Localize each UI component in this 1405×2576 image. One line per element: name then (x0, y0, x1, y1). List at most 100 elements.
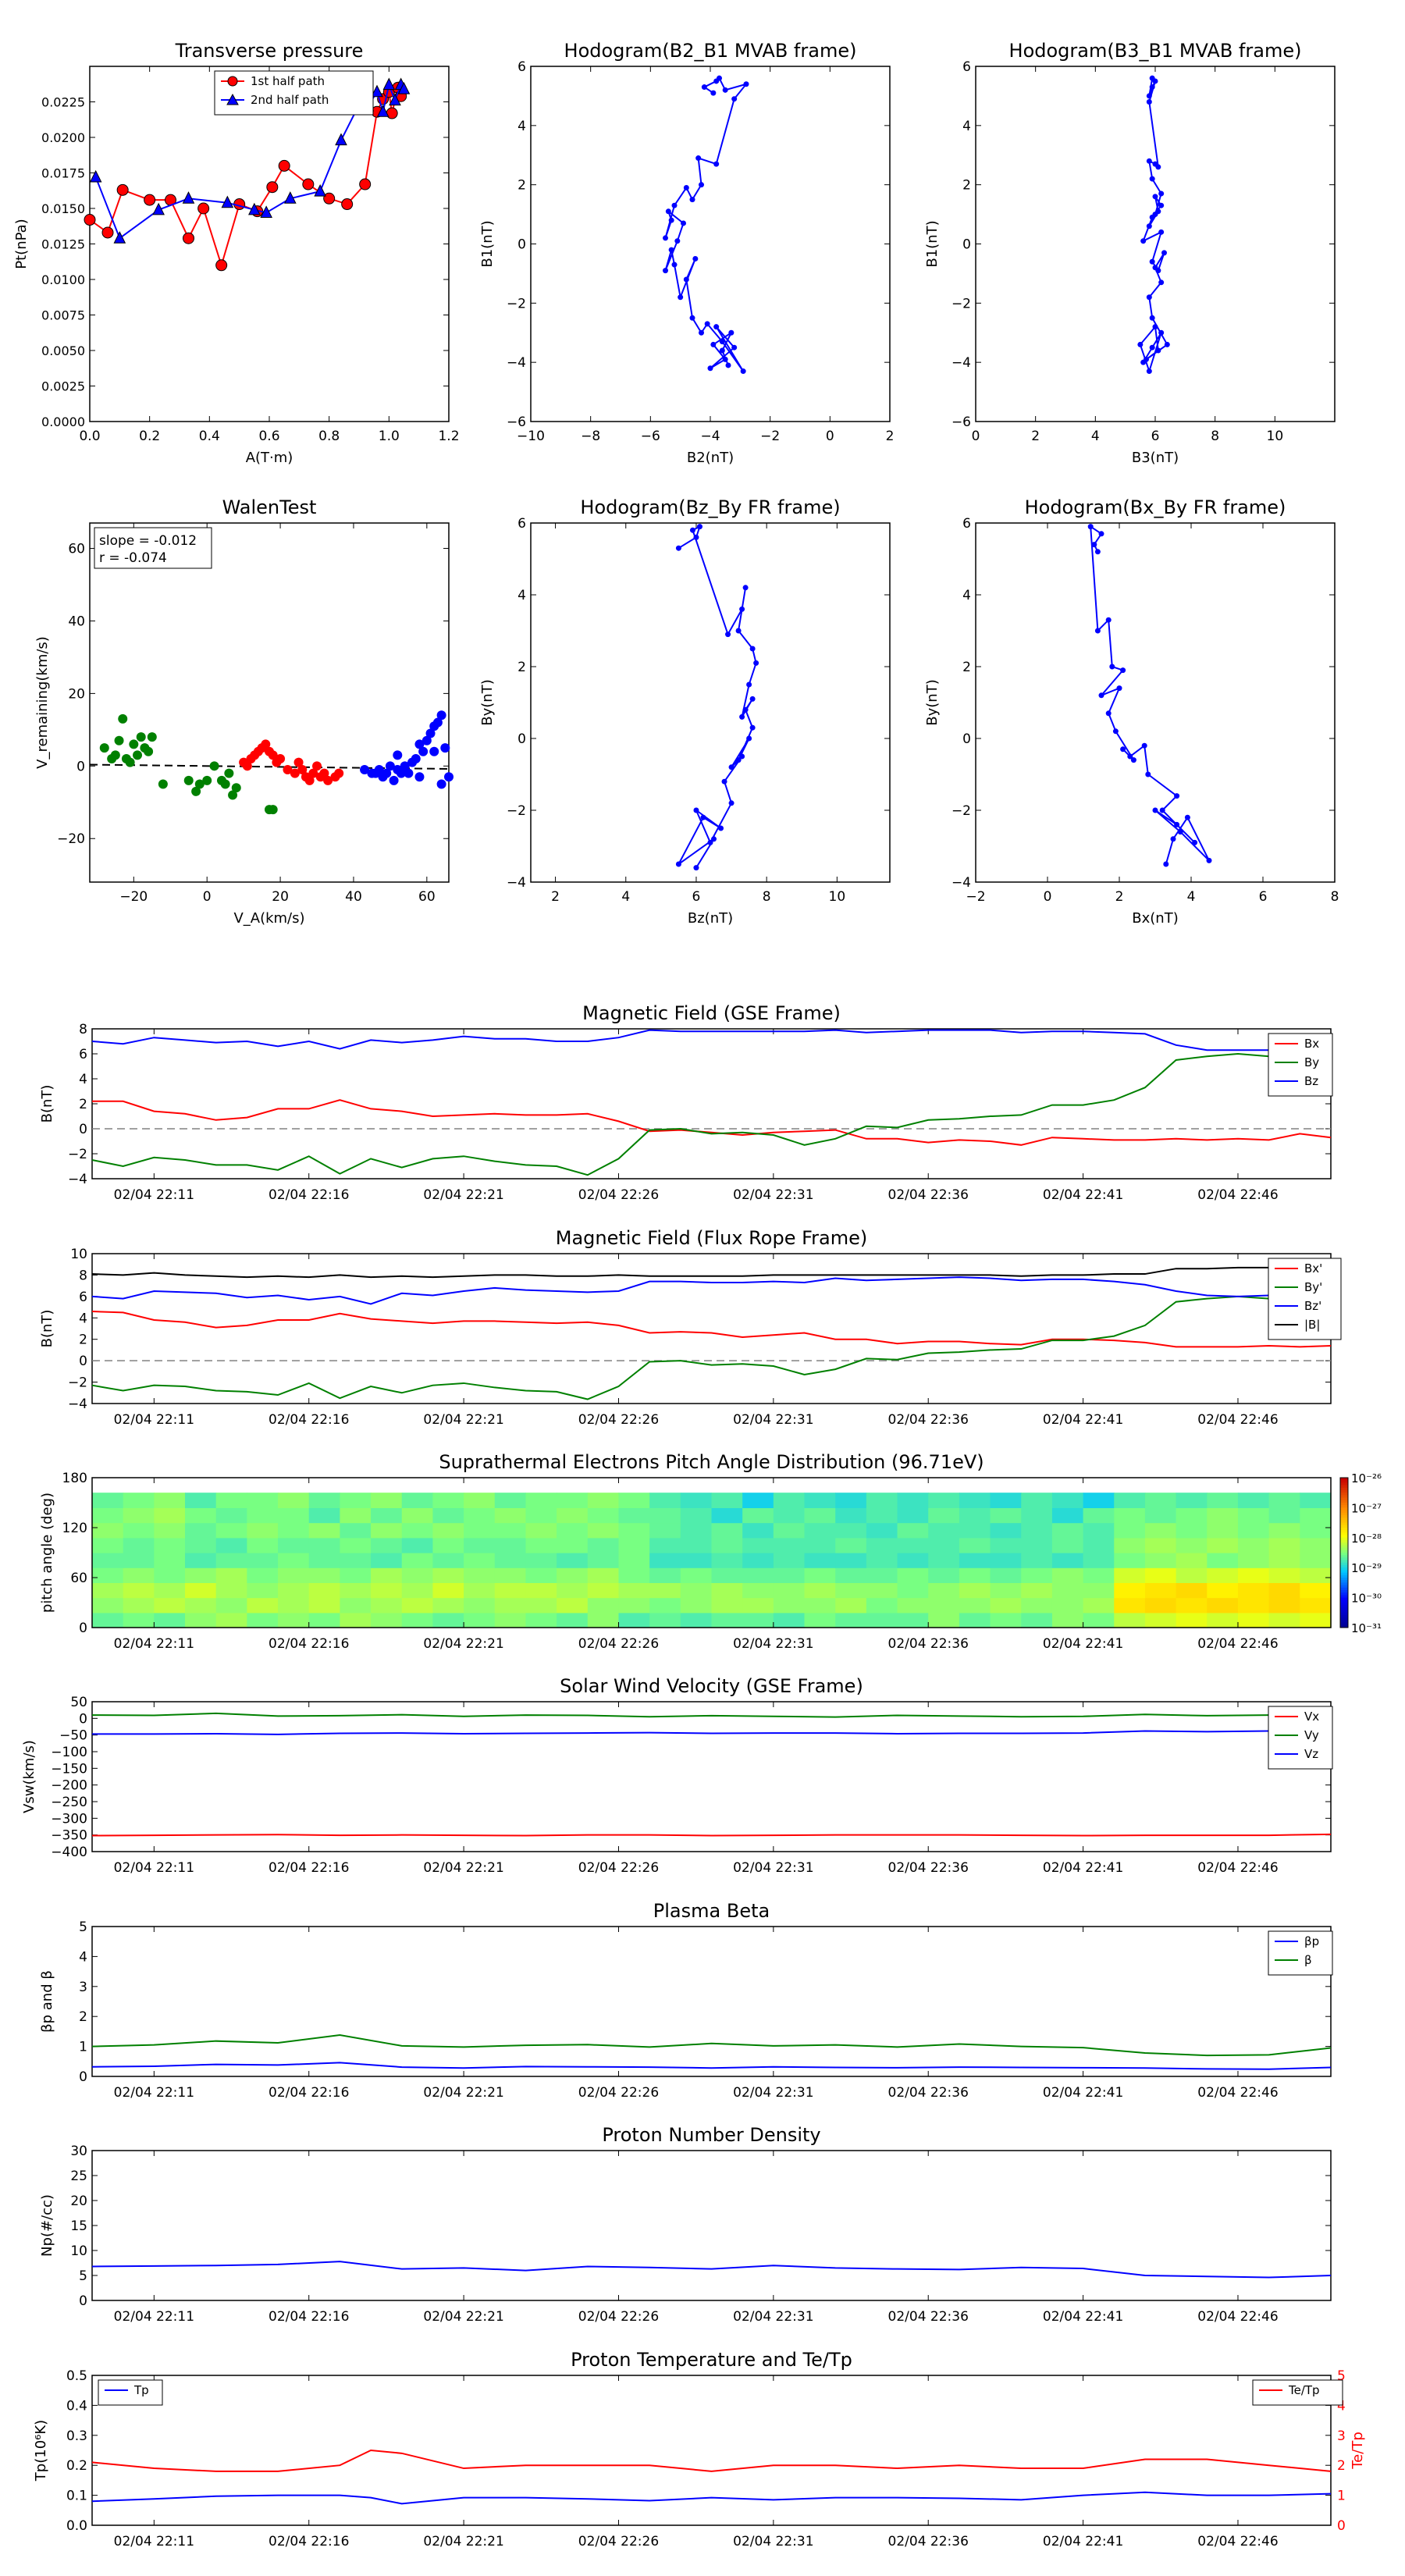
beta-chart-xtick-label: 02/04 22:46 (1197, 2085, 1278, 2101)
pad-colorbar-cell (1340, 1599, 1348, 1603)
pad-cell (959, 1612, 991, 1628)
np-chart-ytick-label: 20 (70, 2194, 87, 2209)
pad-colorbar-cell (1340, 1595, 1348, 1599)
pad-cell (92, 1537, 124, 1553)
h1-point (731, 344, 738, 350)
tp-chart-xlabel: A(T·m) (246, 450, 293, 466)
h1-point (731, 96, 738, 102)
pad-colorbar-cell (1340, 1605, 1348, 1608)
pad-cell (835, 1493, 867, 1508)
h1-chart-ytick-label: 6 (518, 59, 526, 75)
mag_gse-chart-ytick-label: −2 (68, 1147, 87, 1162)
pad-cell (773, 1553, 806, 1568)
h3-point (725, 632, 731, 638)
np-chart-ytick-label: 15 (70, 2218, 87, 2234)
pad-cell (680, 1567, 713, 1583)
pad-cell (464, 1522, 496, 1539)
pad-cell (680, 1507, 713, 1524)
h1-point (713, 161, 720, 167)
mag_fr-chart-ytick-label: 6 (79, 1290, 87, 1305)
h2-point (1158, 202, 1165, 208)
h4-chart-xtick-label: 6 (1259, 889, 1268, 905)
walen-point (440, 743, 450, 753)
mag_fr-series-line (91, 1266, 1331, 1279)
h1-point (740, 368, 746, 375)
pad-cell (185, 1553, 217, 1568)
h4-chart-xlabel: Bx(nT) (1132, 910, 1178, 927)
h4-point (1177, 829, 1183, 835)
pad-colorbar-cell (1340, 1515, 1348, 1518)
pad-cell (990, 1597, 1022, 1614)
pad-colorbar-cell (1340, 1578, 1348, 1581)
pad-cell (494, 1612, 527, 1628)
h1-chart-xlabel: B2(nT) (687, 450, 734, 466)
pad-cell (215, 1597, 247, 1614)
h2-point (1146, 223, 1152, 229)
pad-cell (1021, 1582, 1053, 1599)
np-chart-ytick-label: 0 (79, 2293, 87, 2309)
vsw-chart-xtick-label: 02/04 22:36 (888, 1860, 969, 1876)
h4-chart-ytick-label: 2 (962, 660, 971, 675)
pad-cell (432, 1553, 464, 1568)
tp-chart: Transverse pressure 0.0000 0.0025 0.0050 0.0… (13, 40, 460, 466)
tp-point (382, 77, 396, 91)
pad-cell (1083, 1582, 1115, 1599)
pad-cell (742, 1522, 774, 1539)
walen-point (371, 768, 381, 778)
pad-cell (897, 1553, 929, 1568)
pad-cell (371, 1522, 403, 1539)
tp-chart-ytick-label: 0.0100 (41, 272, 85, 287)
walen-point (107, 754, 117, 764)
walen-point (118, 713, 128, 724)
pad-colorbar-cell (1340, 1555, 1348, 1558)
pad-cell (835, 1553, 867, 1568)
pad-cell (866, 1522, 898, 1539)
pad-cell (1176, 1507, 1208, 1524)
walen-chart-xtick-label: 0 (203, 889, 212, 905)
pad-colorbar-cell (1340, 1607, 1348, 1611)
pad-cell (1237, 1597, 1270, 1614)
walen-point (158, 779, 168, 789)
tp-temp-series-line (91, 2491, 1332, 2505)
pad-cell (1300, 1507, 1332, 1524)
h4-chart-xtick-label: 8 (1331, 889, 1339, 905)
h1-point (668, 247, 674, 253)
h1-chart-ytick-label: 4 (518, 119, 526, 134)
pad-cell (804, 1582, 836, 1599)
pad-colorbar-cell (1340, 1482, 1348, 1486)
h1-point (668, 217, 674, 223)
h3-point (693, 534, 699, 540)
vsw-chart-xtick-label: 02/04 22:21 (423, 1860, 503, 1876)
pad-colorbar-cell (1340, 1587, 1348, 1591)
walen-point (224, 768, 234, 778)
tp-point (341, 198, 354, 211)
h3-point (735, 628, 742, 634)
np-chart-xtick-label: 02/04 22:36 (888, 2309, 969, 2325)
pad-cell (1237, 1493, 1270, 1508)
h3-point (693, 807, 699, 813)
pad-cell (432, 1522, 464, 1539)
pad-cell (464, 1612, 496, 1628)
tp-point (144, 194, 156, 206)
vsw-chart-ytick-label: −250 (51, 1795, 87, 1810)
h3-point (721, 778, 727, 785)
h2-point (1149, 315, 1155, 321)
pad-cell (1051, 1537, 1084, 1553)
h1-point (722, 87, 728, 93)
pad-cell (1300, 1582, 1332, 1599)
pad-cell (866, 1537, 898, 1553)
h1-chart-ytick-label: −4 (507, 355, 526, 371)
mag_fr-legend-label: By' (1304, 1280, 1322, 1294)
pad-cell (1268, 1493, 1300, 1508)
pad-colorbar-cell (1340, 1542, 1348, 1546)
pad-cell (432, 1507, 464, 1524)
pad-cell (897, 1597, 929, 1614)
walen-chart-ylabel: V_remaining(km/s) (34, 636, 51, 769)
pad-cell (494, 1537, 527, 1553)
pad-chart-xtick-label: 02/04 22:36 (888, 1636, 969, 1652)
pad-cells (92, 1493, 1332, 1628)
pad-cell (494, 1567, 527, 1583)
walen-point (140, 743, 150, 753)
pad-cell (649, 1553, 681, 1568)
pad-cell (525, 1493, 557, 1508)
